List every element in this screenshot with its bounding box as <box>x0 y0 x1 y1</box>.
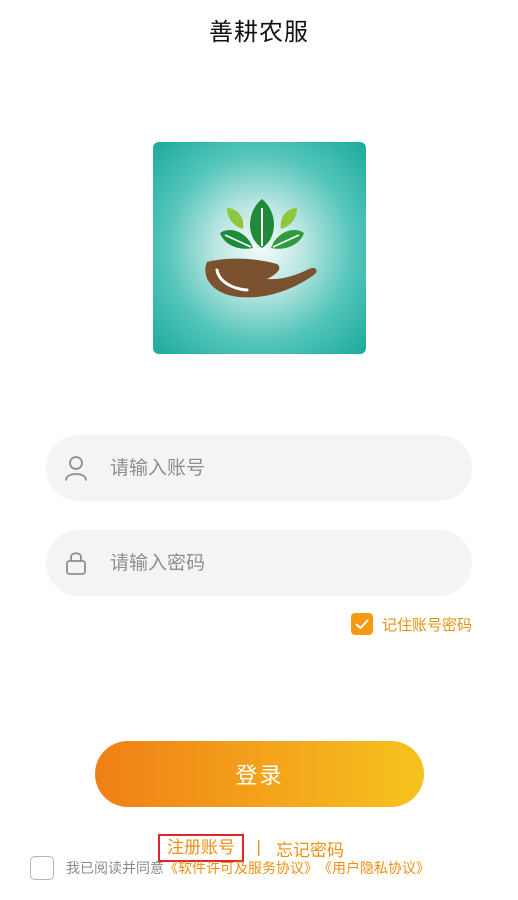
privacy-agreement-link[interactable]: 《用户隐私协议》 <box>318 858 430 878</box>
agreement-row: 我已阅读并同意 《软件许可及服务协议》 《用户隐私协议》 <box>30 854 430 882</box>
password-input[interactable] <box>110 530 440 596</box>
lock-icon <box>64 550 88 576</box>
remember-label: 记住账号密码 <box>381 615 472 634</box>
user-icon <box>64 455 88 481</box>
account-input[interactable] <box>110 435 440 501</box>
leaf-hand-icon <box>205 199 317 298</box>
license-agreement-link[interactable]: 《软件许可及服务协议》 <box>164 858 318 878</box>
app-logo <box>153 142 366 354</box>
agreement-prefix: 我已阅读并同意 <box>66 861 164 877</box>
remember-password-toggle[interactable]: 记住账号密码 <box>350 612 472 636</box>
remember-checkbox[interactable] <box>350 613 373 635</box>
account-field[interactable] <box>46 435 472 501</box>
login-button[interactable]: 登录 <box>95 741 424 807</box>
agreement-checkbox[interactable] <box>30 856 54 880</box>
app-title: 善耕农服 <box>209 18 309 46</box>
password-field[interactable] <box>46 530 472 596</box>
check-icon <box>355 619 369 629</box>
